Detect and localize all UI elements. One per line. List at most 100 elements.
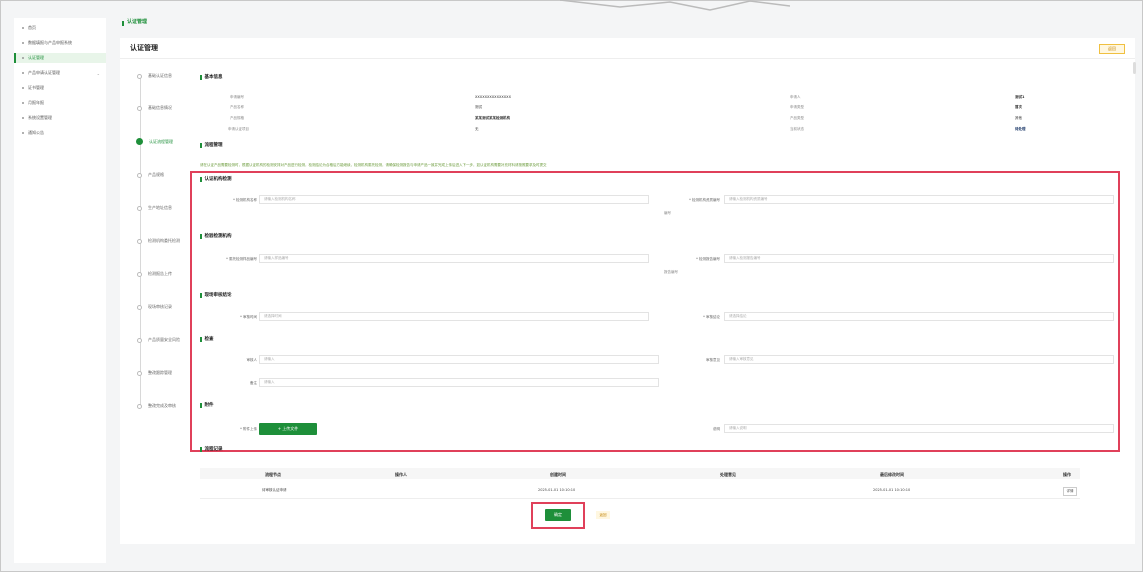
info-label: 申请认证项目 (228, 127, 249, 131)
table-header (200, 468, 1080, 479)
confirm-button[interactable]: 确定 (545, 509, 571, 521)
step-item[interactable]: 基础认证信息 (137, 73, 172, 79)
bullet-icon (22, 87, 24, 89)
table-cell: 2025-01-01 10:10:10 (538, 488, 576, 492)
section-title-form2: 检验检测机构 (200, 233, 232, 239)
breadcrumb-marker (122, 21, 124, 26)
notice-text: 请在认证产品需要检测时，根据认证机构的检测安排对产品进行检测，检测结论为合格后方… (200, 163, 547, 167)
divider (120, 58, 1135, 59)
bullet-icon (22, 102, 24, 104)
info-label: 申请编号 (230, 95, 244, 99)
header-decoration (560, 0, 790, 11)
table-header-cell: 流程节点 (265, 472, 281, 477)
field-label: 备注 (250, 381, 257, 385)
step-item[interactable]: 检测报告上传 (137, 271, 172, 277)
table-header-cell: 操作人 (395, 472, 407, 477)
step-dot-icon (137, 238, 142, 244)
info-value: XXXXXXXXXXXXXXX (475, 95, 511, 99)
table-header-cell: 处理意见 (720, 472, 736, 477)
bullet-icon (22, 57, 24, 59)
sidebar-item-cert-mgmt[interactable]: 认证管理 (14, 53, 106, 63)
step-item-active[interactable]: 认证流程管理 (136, 138, 173, 145)
table-header-cell: 操作 (1063, 472, 1071, 477)
step-dot-icon (137, 337, 142, 343)
info-value: 某某测试某某检测机构 (475, 116, 510, 120)
back-tag-button[interactable]: 返回 (1099, 44, 1125, 54)
field-label: * 委托检测样品编号 (226, 257, 257, 261)
step-dot-icon (137, 403, 142, 409)
table-cell: 待审核认证申请 (262, 488, 287, 492)
upload-file-button[interactable]: + 上传文件 (259, 423, 317, 435)
step-item[interactable]: 现场审核记录 (137, 304, 172, 310)
info-label: 产品规格 (230, 116, 244, 120)
org-qualification-input[interactable]: 请输入检测机构资质编号 (724, 195, 1114, 204)
field-label: * 审核时间 (240, 315, 257, 319)
step-dot-icon (137, 205, 142, 211)
info-value: 测试1 (1015, 95, 1025, 99)
sidebar-item-settings[interactable]: 系统设置管理 (14, 113, 106, 123)
sidebar-item-notices[interactable]: 通知公告 (14, 128, 106, 138)
section-title-form4: 检查 (200, 336, 214, 342)
sidebar-item-home[interactable]: 首页 (14, 23, 106, 33)
field-note: 编号 (664, 211, 671, 215)
bullet-icon (22, 27, 24, 29)
bullet-icon (22, 132, 24, 134)
info-value: 其他 (1015, 116, 1022, 120)
section-title-basic: 基本信息 (200, 74, 223, 80)
breadcrumb[interactable]: 认证管理 (127, 18, 147, 25)
field-label: 审核人 (246, 358, 258, 362)
details-button[interactable]: 详情 (1063, 487, 1077, 496)
table-header-cell: 创建时间 (550, 472, 566, 477)
step-item[interactable]: 检测机构委托检测 (137, 238, 180, 244)
step-item[interactable]: 基础信息情况 (137, 105, 172, 111)
remark-input[interactable]: 请输入 (259, 378, 659, 387)
step-item[interactable]: 生产地址信息 (137, 205, 172, 211)
sample-number-input[interactable]: 请输入样品编号 (259, 254, 649, 263)
field-label: * 审核结论 (703, 315, 720, 319)
section-title-flow: 流程管理 (200, 142, 223, 148)
step-item[interactable]: 整改完成及审核 (137, 403, 176, 409)
step-dot-icon (137, 370, 142, 376)
inspection-org-input[interactable]: 请输入检测机构名称 (259, 195, 649, 204)
field-label: * 检测机构名称 (233, 198, 257, 202)
sidebar-item-product-cert[interactable]: 产品申请认证管理 ⌄ (14, 68, 106, 78)
review-comment-input[interactable]: 请输入审核意见 (724, 355, 1114, 364)
step-dot-icon (137, 73, 142, 79)
info-value: 测试 (475, 105, 482, 109)
step-dot-icon (137, 172, 142, 178)
info-value: 首次 (1015, 105, 1022, 109)
info-label: 申请人 (790, 95, 801, 99)
cancel-button[interactable]: 返回 (596, 511, 610, 519)
sidebar-item-reports[interactable]: 月报年报 (14, 98, 106, 108)
scrollbar[interactable] (1133, 62, 1136, 74)
status-badge: 待处理 (1015, 127, 1026, 131)
description-input[interactable]: 请输入说明 (724, 424, 1114, 433)
sidebar-item-data-report[interactable]: 数据填报与产品申报系统 (14, 38, 106, 48)
bullet-icon (22, 72, 24, 74)
step-dot-icon (137, 304, 142, 310)
info-value: 无 (475, 127, 479, 131)
field-label: 审核意见 (706, 358, 720, 362)
review-result-select[interactable]: 请选择结论 (724, 312, 1114, 321)
info-label: 当前状态 (790, 127, 804, 131)
step-item[interactable]: 产品质量安全风险 (137, 337, 180, 343)
section-title-form5: 附件 (200, 402, 214, 408)
step-item[interactable]: 产品规格 (137, 172, 164, 178)
field-label: * 检测机构资质编号 (689, 198, 720, 202)
table-header-cell: 最后修改时间 (880, 472, 904, 477)
page-title: 认证管理 (130, 44, 158, 52)
info-label: 产品名称 (230, 105, 244, 109)
step-dot-icon (137, 271, 142, 277)
chevron-down-icon: ⌄ (96, 70, 100, 76)
bullet-icon (22, 42, 24, 44)
step-dot-icon (136, 138, 143, 145)
bullet-icon (22, 117, 24, 119)
section-title-records: 流程记录 (200, 446, 223, 452)
review-date-picker[interactable]: 请选择时间 (259, 312, 649, 321)
reviewer-input[interactable]: 请输入 (259, 355, 659, 364)
sidebar: 首页 数据填报与产品申报系统 认证管理 产品申请认证管理 ⌄ 证书管理 月报年报 … (14, 18, 106, 563)
sidebar-item-certificates[interactable]: 证书管理 (14, 83, 106, 93)
step-item[interactable]: 整改跟踪管理 (137, 370, 172, 376)
table-row-divider (200, 498, 1080, 499)
report-number-input[interactable]: 请输入检测报告编号 (724, 254, 1114, 263)
